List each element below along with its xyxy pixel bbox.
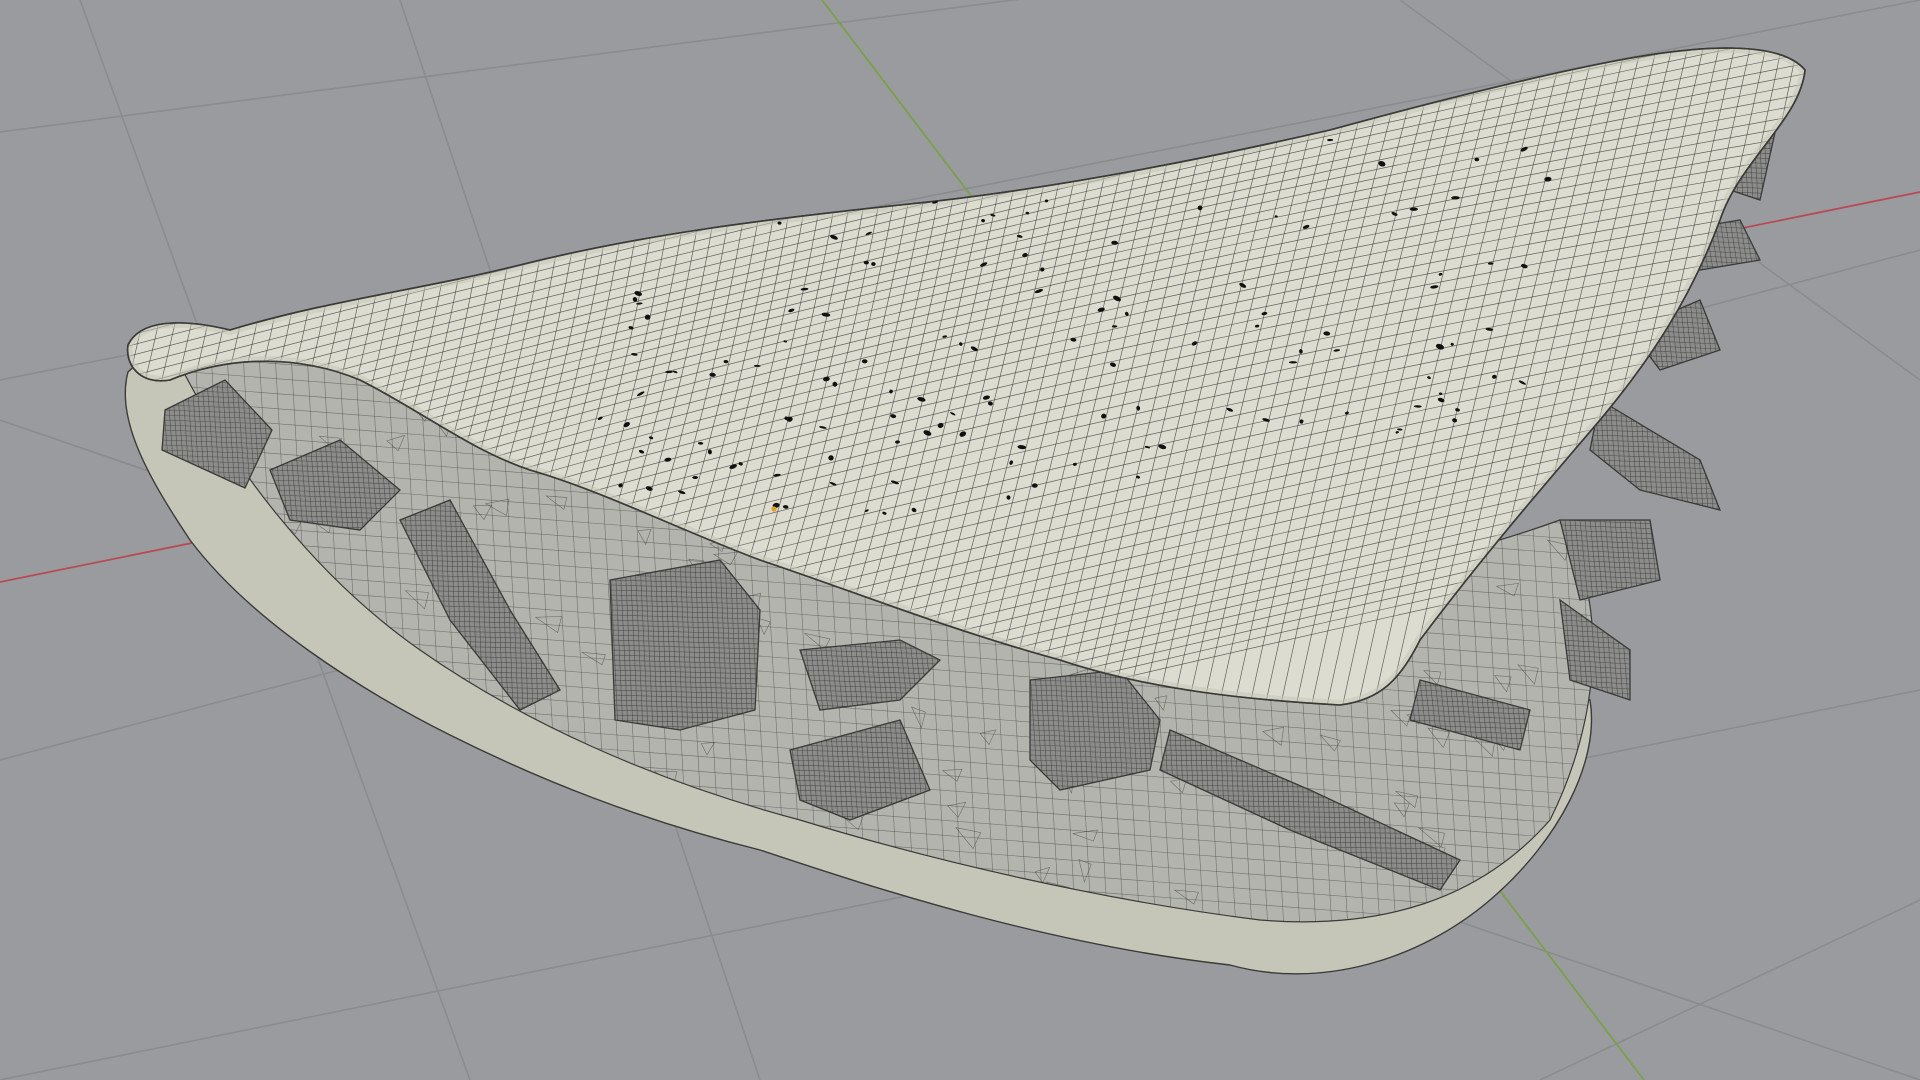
surface-hole	[1288, 361, 1298, 364]
surface-hole	[1031, 483, 1038, 488]
object-origin-icon	[771, 506, 777, 512]
surface-hole	[814, 202, 823, 208]
surface-hole	[1111, 325, 1118, 328]
surface-hole	[916, 185, 922, 190]
surface-hole	[799, 181, 808, 187]
surface-hole	[1451, 196, 1460, 200]
surface-hole	[766, 213, 772, 219]
surface-hole	[634, 225, 641, 231]
grid-line	[1539, 899, 1920, 1080]
surface-hole	[1409, 207, 1418, 211]
surface-hole	[812, 152, 819, 158]
3d-viewport[interactable]	[0, 0, 1920, 1080]
surface-hole	[672, 140, 681, 147]
surface-hole	[870, 154, 877, 159]
viewport-canvas[interactable]	[0, 0, 1920, 1080]
empanada-mesh[interactable]	[0, 0, 1840, 1080]
filling-block[interactable]	[1589, 398, 1728, 514]
surface-hole	[1056, 176, 1060, 180]
surface-hole	[681, 174, 688, 180]
surface-hole	[961, 138, 968, 142]
surface-hole	[861, 359, 868, 364]
surface-hole	[922, 144, 927, 149]
surface-hole	[803, 159, 809, 163]
surface-hole	[627, 170, 632, 173]
